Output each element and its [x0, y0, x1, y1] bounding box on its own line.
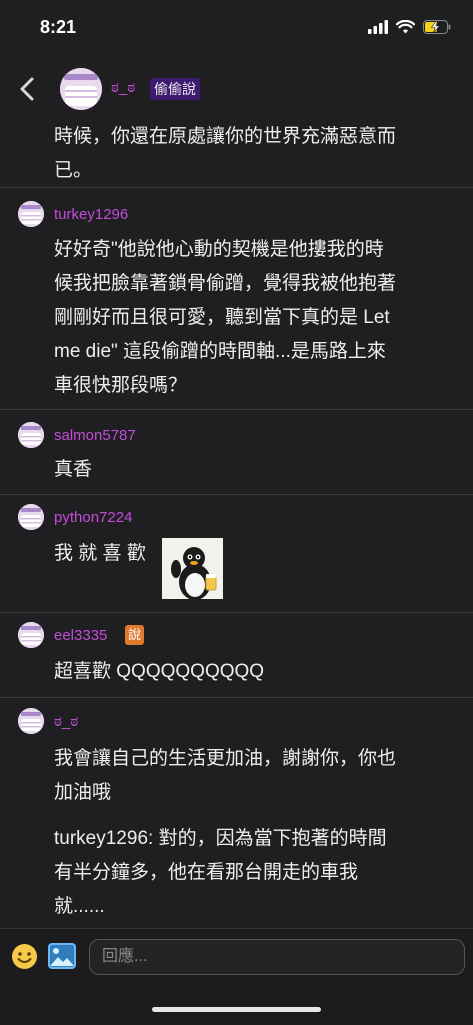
mask-avatar-icon — [18, 708, 44, 734]
comment-text: 我會讓自己的生活更加油，謝謝你，你也 加油哦 — [54, 742, 454, 810]
mask-avatar-icon — [18, 201, 44, 227]
text-line: 時候，你還在原處讓你的世界充滿惡意而 — [54, 126, 397, 147]
comment-text: 我 就 喜 歡 — [54, 537, 164, 571]
penguin-sticker[interactable] — [162, 538, 223, 599]
comment-author[interactable]: eel3335 — [54, 627, 107, 644]
text-line: 加油哦 — [54, 782, 112, 803]
mask-avatar-icon — [18, 504, 44, 530]
category-tag[interactable]: 偷偷說 — [150, 78, 200, 100]
mask-avatar-icon — [60, 68, 102, 110]
comment-author[interactable]: turkey1296 — [54, 206, 128, 223]
text-line: 就...... — [54, 896, 105, 917]
chevron-left-icon[interactable] — [14, 74, 42, 104]
comment-text: 好好奇"他說他心動的契機是他摟我的時 候我把臉靠著鎖骨偷蹭，覺得我被他抱著 剛剛… — [54, 233, 454, 403]
comment-author[interactable]: ಠ_ಠ — [54, 713, 78, 730]
avatar[interactable] — [18, 422, 44, 448]
comment-text: 超喜歡 QQQQQQQQQQ — [54, 655, 454, 689]
divider — [0, 187, 473, 188]
divider — [0, 409, 473, 410]
comment-text: 真香 — [54, 453, 454, 487]
thread-header: ಠ_ಠ 偷偷說 — [0, 62, 473, 118]
text-line: 已。 — [54, 160, 93, 181]
thread-text: 時候，你還在原處讓你的世界充滿惡意而 已。 — [54, 120, 454, 188]
battery-charging-icon — [423, 20, 451, 34]
text-line: 車很快那段嗎？ — [54, 375, 188, 396]
avatar[interactable] — [18, 201, 44, 227]
home-indicator — [152, 1007, 321, 1012]
status-icons — [368, 20, 451, 34]
mask-avatar-icon — [18, 622, 44, 648]
penguin-sticker-icon — [162, 538, 223, 599]
status-time: 8:21 — [40, 17, 77, 37]
comment-author[interactable]: salmon5787 — [54, 427, 136, 444]
mask-avatar-icon — [18, 422, 44, 448]
header-author[interactable]: ಠ_ಠ — [111, 79, 135, 96]
avatar[interactable] — [18, 708, 44, 734]
divider — [0, 612, 473, 613]
status-bar: 8:21 — [0, 0, 473, 56]
image-icon[interactable] — [48, 943, 76, 969]
divider — [0, 697, 473, 698]
text-line: 有半分鐘多，他在看那台開走的車我 — [54, 862, 359, 883]
signal-icon — [368, 20, 388, 34]
comment-author[interactable]: python7224 — [54, 509, 132, 526]
text-line: turkey1296: 對的，因為當下抱著的時間 — [54, 828, 387, 849]
text-line: me die" 這段偷蹭的時間軸...是馬路上來 — [54, 341, 386, 362]
avatar[interactable] — [60, 68, 102, 110]
text-line: 我 就 喜 歡 — [54, 543, 146, 564]
badge: 說 — [125, 625, 145, 645]
divider — [0, 494, 473, 495]
avatar[interactable] — [18, 622, 44, 648]
quoted-text: turkey1296: 對的，因為當下抱著的時間 有半分鐘多，他在看那台開走的車… — [54, 822, 454, 924]
wifi-icon — [396, 20, 415, 34]
text-line: 剛剛好而且很可愛，聽到當下真的是 Let — [54, 307, 390, 328]
text-line: 候我把臉靠著鎖骨偷蹭，覺得我被他抱著 — [54, 273, 397, 294]
text-line: 真香 — [54, 459, 93, 480]
text-line: 我會讓自己的生活更加油，謝謝你，你也 — [54, 748, 397, 769]
emoji-icon[interactable] — [11, 943, 38, 970]
text-line: 超喜歡 QQQQQQQQQQ — [54, 661, 265, 682]
text-line: 好好奇"他說他心動的契機是他摟我的時 — [54, 239, 384, 260]
avatar[interactable] — [18, 504, 44, 530]
reply-input[interactable] — [89, 939, 465, 975]
